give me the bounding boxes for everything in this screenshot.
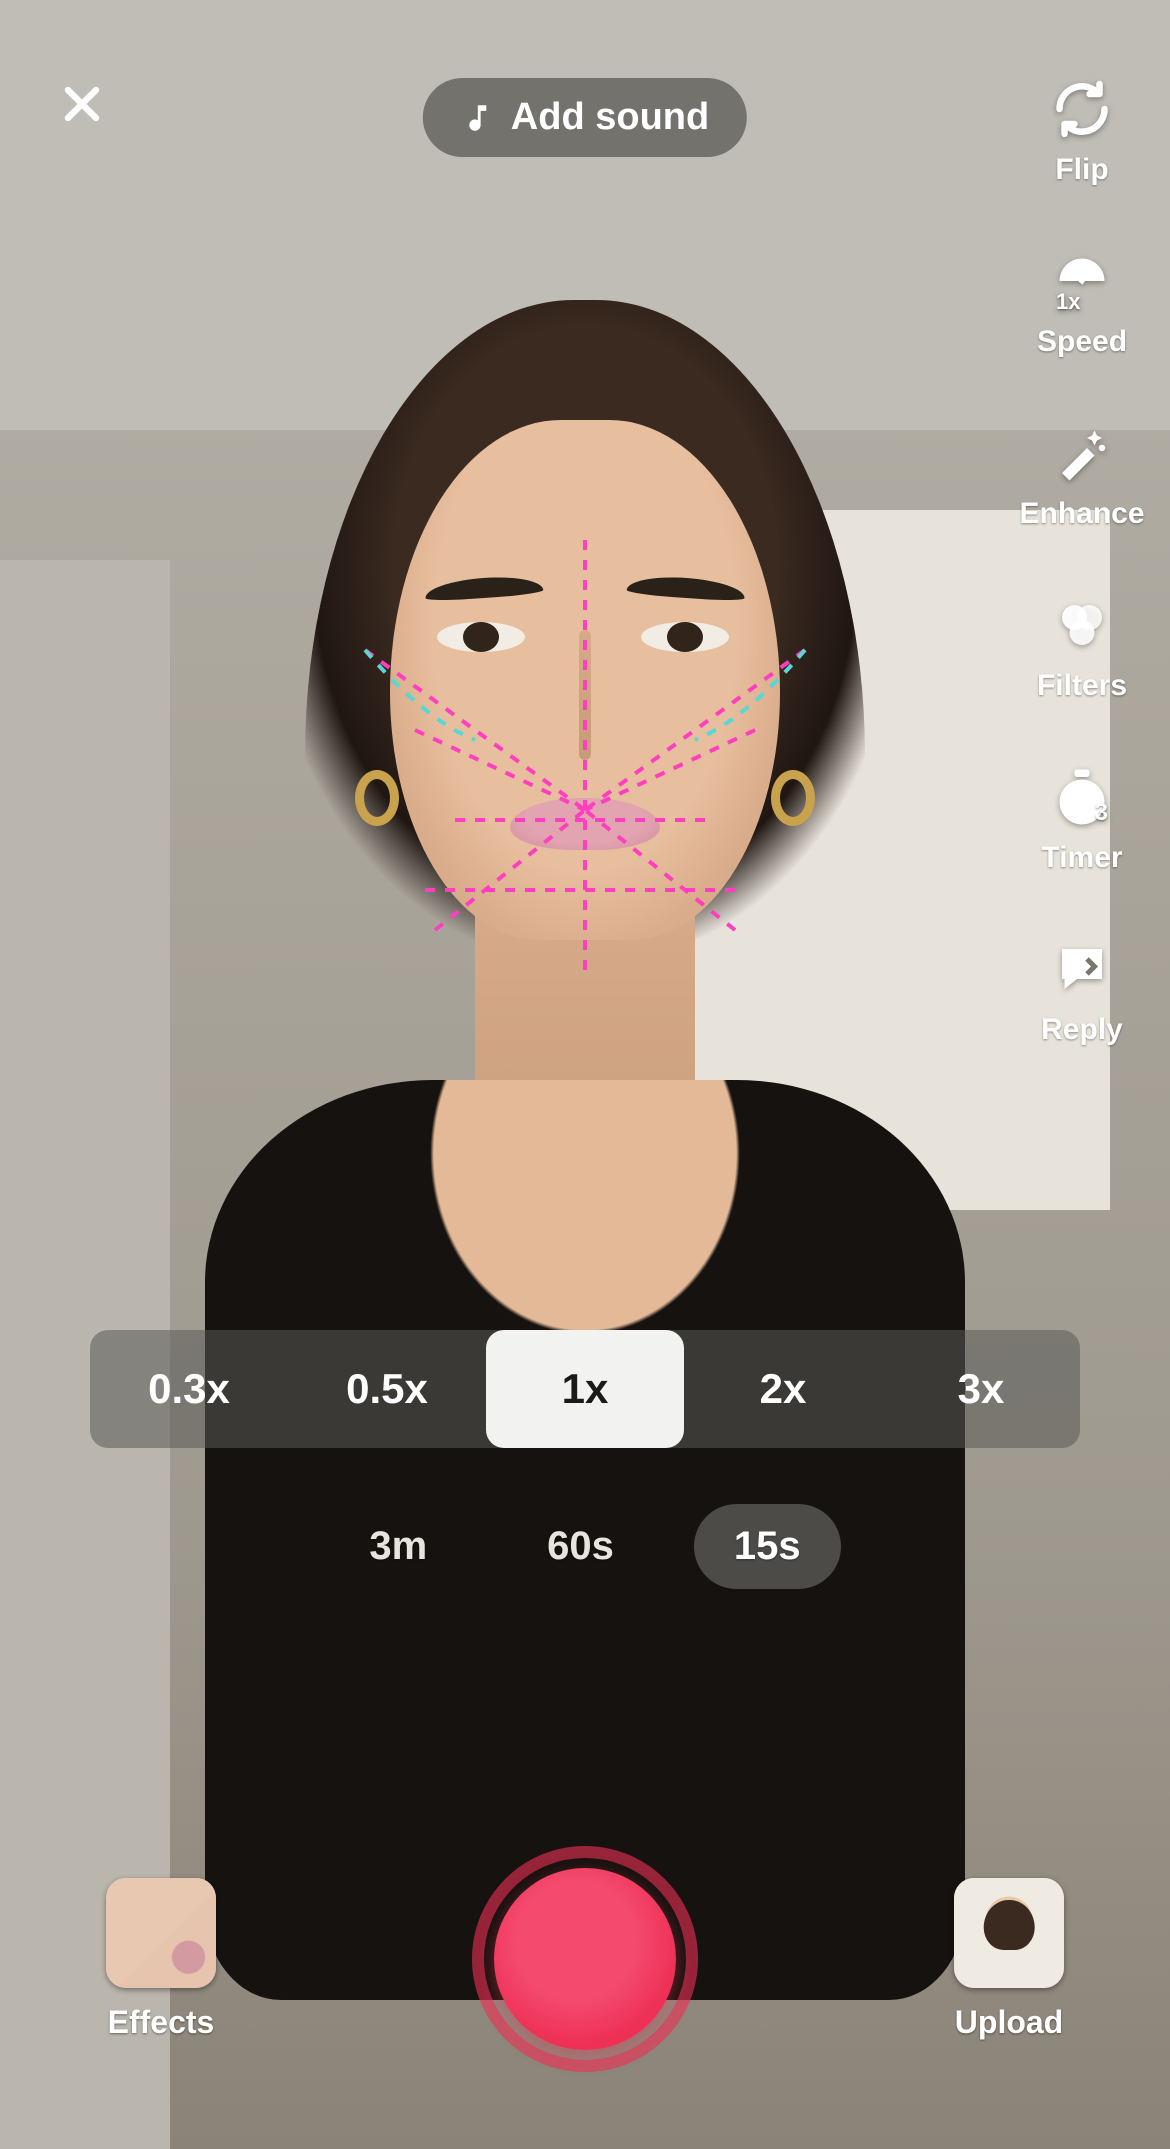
timer-badge: 3 (1095, 799, 1108, 827)
zoom-option-0-3x[interactable]: 0.3x (90, 1330, 288, 1448)
speed-button[interactable]: 1x Speed (1022, 248, 1142, 360)
filters-button[interactable]: Filters (1022, 592, 1142, 704)
upload-button[interactable]: Upload (948, 1877, 1070, 2042)
close-button[interactable] (50, 72, 114, 136)
flip-button[interactable]: Flip (1022, 76, 1142, 188)
zoom-strip: 0.3x0.5x1x2x3x (90, 1330, 1080, 1448)
duration-option-60s[interactable]: 60s (507, 1504, 654, 1589)
record-control (472, 1846, 698, 2072)
reply-icon (1050, 937, 1114, 1001)
bottom-controls: Effects Upload (0, 1819, 1170, 2099)
duration-option-3m[interactable]: 3m (329, 1504, 467, 1589)
speed-label: Speed (1037, 325, 1127, 359)
effects-label: Effects (108, 2004, 215, 2041)
subject-illustration (205, 300, 965, 2000)
speedometer-icon: 1x (1050, 249, 1114, 313)
record-button[interactable] (494, 1868, 676, 2050)
flip-icon (1050, 77, 1114, 141)
upload-label: Upload (955, 2004, 1063, 2041)
zoom-option-1x[interactable]: 1x (486, 1330, 684, 1448)
upload-thumbnail (954, 1878, 1064, 1988)
reply-button[interactable]: Reply (1022, 936, 1142, 1048)
magic-wand-icon (1050, 421, 1114, 485)
music-note-icon (461, 101, 495, 135)
effects-button[interactable]: Effects (100, 1877, 222, 2042)
timer-label: Timer (1041, 841, 1122, 875)
duration-option-15s[interactable]: 15s (694, 1504, 841, 1589)
filters-icon (1050, 593, 1114, 657)
zoom-option-3x[interactable]: 3x (882, 1330, 1080, 1448)
add-sound-label: Add sound (511, 96, 709, 139)
timer-icon: 3 (1050, 765, 1114, 829)
enhance-button[interactable]: Enhance (1022, 420, 1142, 532)
zoom-option-0-5x[interactable]: 0.5x (288, 1330, 486, 1448)
speed-badge: 1x (1056, 289, 1080, 315)
effects-thumbnail (106, 1878, 216, 1988)
close-icon (58, 80, 106, 128)
add-sound-button[interactable]: Add sound (423, 78, 747, 157)
reply-label: Reply (1041, 1013, 1123, 1047)
flip-label: Flip (1055, 153, 1108, 187)
side-toolbar: Flip 1x Speed Enhance (1022, 76, 1142, 1048)
timer-button[interactable]: 3 Timer (1022, 764, 1142, 876)
duration-row: 3m 60s 15s (0, 1504, 1170, 1589)
filters-label: Filters (1037, 669, 1127, 703)
enhance-label: Enhance (1019, 497, 1144, 531)
zoom-option-2x[interactable]: 2x (684, 1330, 882, 1448)
